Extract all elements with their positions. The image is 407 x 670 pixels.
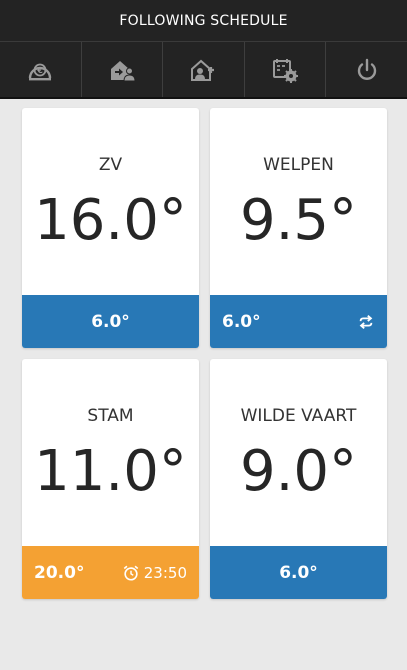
zone-temperature: 16.0° [34,188,187,253]
zone-temperature: 9.0° [239,439,358,504]
page-title: FOLLOWING SCHEDULE [119,12,288,29]
zone-card[interactable]: WILDE VAART 9.0° 6.0° [210,359,387,599]
schedule-settings-icon [273,58,299,83]
power-icon [357,58,376,80]
home-arrow-user-icon [110,60,136,81]
zone-name: ZV [98,155,123,175]
zone-temperature: 9.5° [239,188,358,253]
euro-dashboard-icon: € [29,63,52,80]
zone-card[interactable]: WELPEN 9.5° 6.0° [210,108,387,348]
zone-setpoint: 6.0° [222,311,261,332]
svg-text:€: € [37,66,44,75]
zone-name: WILDE VAART [240,406,357,426]
zone-name: STAM [87,406,134,426]
euro-dashboard-button[interactable]: € [0,42,82,97]
zone-status-bar[interactable]: 20.0° 23:50 [22,546,199,599]
zone-status-bar[interactable]: 6.0° [210,295,387,348]
alarm-clock-icon [123,565,139,581]
app-root: FOLLOWING SCHEDULE € ZV 16.0° 6.0° WELPE… [0,0,407,670]
zone-setpoint: 6.0° [91,311,130,332]
home-user-add-button[interactable] [163,42,245,97]
zone-temperature: 11.0° [34,439,187,504]
zone-card[interactable]: STAM 11.0° 20.0° 23:50 [22,359,199,599]
zone-status-bar[interactable]: 6.0° [22,295,199,348]
zone-setpoint: 20.0° [34,562,85,583]
zone-indicator [357,313,375,331]
zone-status-bar[interactable]: 6.0° [210,546,387,599]
power-button[interactable] [326,42,407,97]
repeat-icon [359,314,373,329]
schedule-settings-button[interactable] [245,42,327,97]
zone-card[interactable]: ZV 16.0° 6.0° [22,108,199,348]
zone-name: WELPEN [263,155,334,175]
toolbar: € [0,42,407,99]
zone-until-time: 23:50 [143,563,187,582]
zone-setpoint: 6.0° [279,562,318,583]
zone-timer: 23:50 [122,564,187,582]
home-user-add-icon [191,59,215,81]
title-bar: FOLLOWING SCHEDULE [0,0,407,42]
home-arrow-user-button[interactable] [82,42,164,97]
